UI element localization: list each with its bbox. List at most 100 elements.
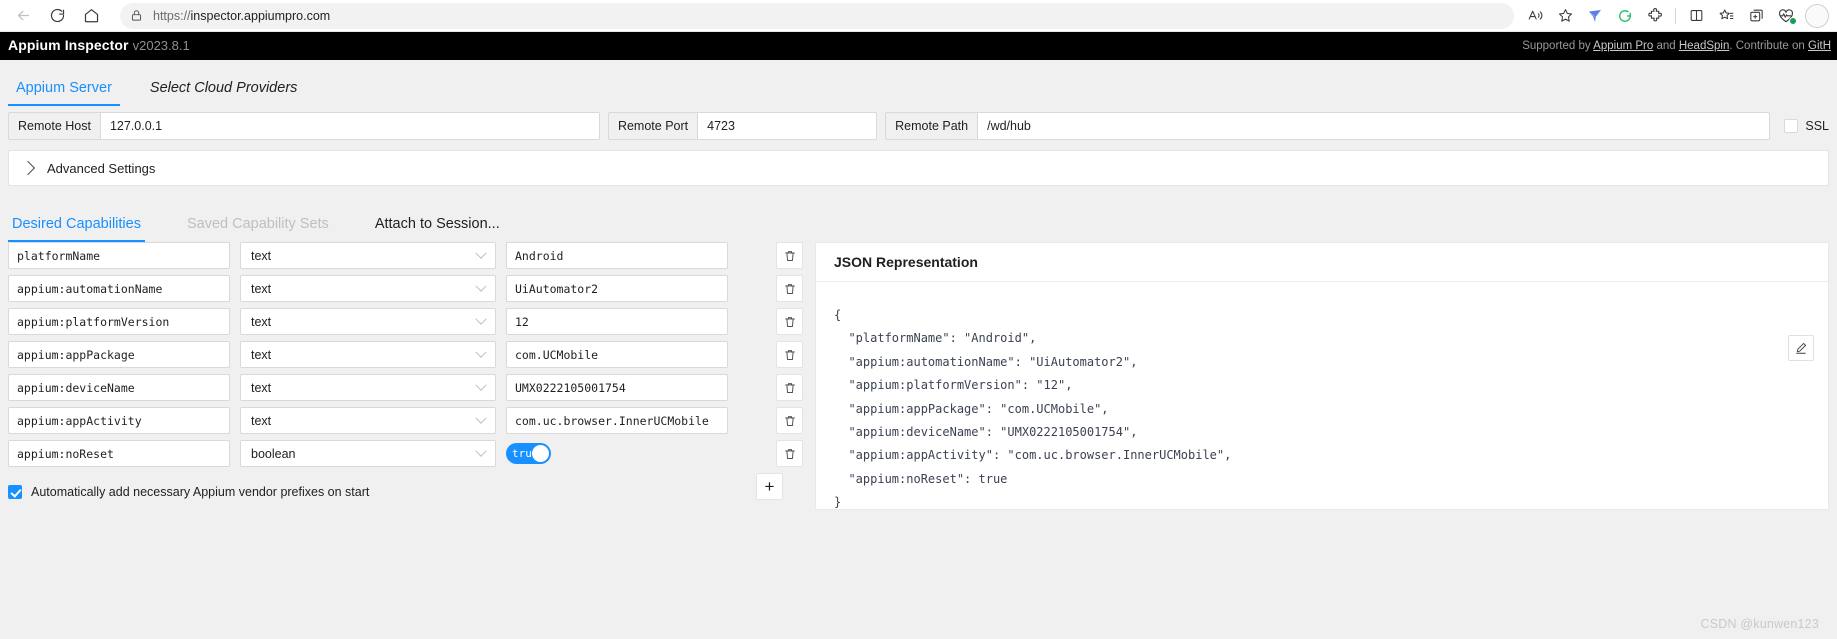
capability-name-input[interactable]: appium:appPackage bbox=[8, 341, 230, 368]
capability-type-value: text bbox=[251, 413, 272, 428]
capability-type-select[interactable]: text bbox=[240, 374, 496, 401]
capability-value-input[interactable]: Android bbox=[506, 242, 728, 269]
trash-icon[interactable] bbox=[776, 440, 803, 467]
capability-type-value: text bbox=[251, 380, 272, 395]
credits-mid: and bbox=[1653, 40, 1679, 52]
vendor-prefix-row[interactable]: Automatically add necessary Appium vendo… bbox=[8, 485, 369, 499]
capability-type-value: text bbox=[251, 314, 272, 329]
capability-name-input[interactable]: appium:automationName bbox=[8, 275, 230, 302]
capability-value-input[interactable]: com.UCMobile bbox=[506, 341, 728, 368]
star-icon[interactable] bbox=[1550, 3, 1580, 29]
trash-icon[interactable] bbox=[776, 275, 803, 302]
tab-appium-server[interactable]: Appium Server bbox=[8, 74, 120, 106]
collections-star-icon[interactable] bbox=[1711, 3, 1741, 29]
trash-icon[interactable] bbox=[776, 374, 803, 401]
capability-type-select[interactable]: boolean bbox=[240, 440, 496, 467]
capability-row: appium:appPackage text com.UCMobile bbox=[8, 341, 805, 368]
address-bar[interactable]: https://inspector.appiumpro.com bbox=[120, 2, 1514, 29]
capabilities-and-json: platformName text Android appium:automation… bbox=[0, 242, 1837, 510]
json-content: { "platformName": "Android", "appium:aut… bbox=[834, 307, 1232, 509]
reload-icon[interactable] bbox=[42, 3, 72, 29]
capability-rows: platformName text Android appium:automation… bbox=[8, 242, 805, 467]
chevron-down-icon bbox=[475, 412, 487, 424]
page-title: Appium Inspector bbox=[8, 37, 129, 53]
remote-path-group: Remote Path /wd/hub bbox=[885, 112, 1771, 140]
capability-type-select[interactable]: text bbox=[240, 407, 496, 434]
app-title-wrap: Appium Inspector v2023.8.1 bbox=[8, 37, 190, 55]
trash-icon[interactable] bbox=[776, 341, 803, 368]
toolbar-divider bbox=[1675, 7, 1676, 24]
capability-boolean-toggle[interactable]: true bbox=[506, 440, 728, 467]
lock-icon bbox=[130, 9, 143, 22]
capability-type-select[interactable]: text bbox=[240, 308, 496, 335]
capability-type-value: boolean bbox=[251, 446, 296, 461]
credits-suffix: . Contribute on bbox=[1729, 40, 1808, 52]
chevron-right-icon bbox=[20, 160, 36, 176]
grammarly-icon[interactable] bbox=[1610, 3, 1640, 29]
capability-type-select[interactable]: text bbox=[240, 341, 496, 368]
remote-port-label: Remote Port bbox=[607, 112, 698, 140]
tab-saved-capability-sets[interactable]: Saved Capability Sets bbox=[183, 210, 333, 242]
pencil-edit-icon[interactable] bbox=[1788, 335, 1814, 361]
chevron-down-icon bbox=[475, 280, 487, 292]
server-tabs: Appium Server Select Cloud Providers bbox=[0, 60, 1837, 106]
capability-name-input[interactable]: appium:platformVersion bbox=[8, 308, 230, 335]
trash-icon[interactable] bbox=[776, 242, 803, 269]
server-config-row: Remote Host 127.0.0.1 Remote Port 4723 R… bbox=[0, 106, 1837, 148]
github-link[interactable]: GitH bbox=[1808, 40, 1831, 52]
tab-desired-capabilities[interactable]: Desired Capabilities bbox=[8, 210, 145, 242]
headspin-link[interactable]: HeadSpin bbox=[1679, 40, 1730, 52]
tab-select-cloud-providers[interactable]: Select Cloud Providers bbox=[142, 74, 306, 106]
home-icon[interactable] bbox=[76, 3, 106, 29]
puzzle-extension-icon[interactable] bbox=[1640, 3, 1670, 29]
ssl-checkbox-group[interactable]: SSL bbox=[1778, 119, 1829, 133]
app-version: v2023.8.1 bbox=[132, 38, 190, 53]
split-screen-icon[interactable] bbox=[1681, 3, 1711, 29]
capability-row: appium:noReset boolean true bbox=[8, 440, 805, 467]
remote-path-input[interactable]: /wd/hub bbox=[977, 112, 1771, 140]
toggle-switch[interactable]: true bbox=[506, 443, 551, 464]
capability-value-input[interactable]: 12 bbox=[506, 308, 728, 335]
ssl-label: SSL bbox=[1805, 119, 1829, 133]
capability-name-input[interactable]: appium:deviceName bbox=[8, 374, 230, 401]
watermark: CSDN @kunwen123 bbox=[1700, 617, 1819, 631]
capability-name-input[interactable]: platformName bbox=[8, 242, 230, 269]
remote-host-input[interactable]: 127.0.0.1 bbox=[99, 112, 600, 140]
capability-name-input[interactable]: appium:appActivity bbox=[8, 407, 230, 434]
plus-icon[interactable]: + bbox=[756, 473, 783, 500]
profile-avatar-icon[interactable] bbox=[1805, 3, 1829, 28]
capability-type-select[interactable]: text bbox=[240, 242, 496, 269]
browser-essentials-icon[interactable] bbox=[1771, 3, 1801, 29]
capability-value-input[interactable]: com.uc.browser.InnerUCMobile bbox=[506, 407, 728, 434]
vendor-prefix-checkbox[interactable] bbox=[8, 485, 22, 499]
chevron-down-icon bbox=[475, 346, 487, 358]
chevron-down-icon bbox=[475, 445, 487, 457]
add-to-collection-icon[interactable] bbox=[1741, 3, 1771, 29]
trash-icon[interactable] bbox=[776, 308, 803, 335]
tab-attach-to-session[interactable]: Attach to Session... bbox=[371, 210, 504, 242]
blue-bird-icon[interactable] bbox=[1580, 3, 1610, 29]
capability-name-input[interactable]: appium:noReset bbox=[8, 440, 230, 467]
appium-pro-link[interactable]: Appium Pro bbox=[1593, 40, 1653, 52]
remote-path-label: Remote Path bbox=[885, 112, 978, 140]
url-host: inspector.appiumpro.com bbox=[190, 8, 331, 23]
remote-host-group: Remote Host 127.0.0.1 bbox=[8, 112, 600, 140]
ssl-checkbox[interactable] bbox=[1784, 119, 1799, 133]
capability-value-input[interactable]: UMX0222105001754 bbox=[506, 374, 728, 401]
capability-row: appium:appActivity text com.uc.browser.Inn… bbox=[8, 407, 805, 434]
capability-type-value: text bbox=[251, 248, 272, 263]
capability-type-select[interactable]: text bbox=[240, 275, 496, 302]
capability-value-input[interactable]: UiAutomator2 bbox=[506, 275, 728, 302]
json-representation-panel: JSON Representation { "platformName": "A… bbox=[815, 242, 1829, 510]
chevron-down-icon bbox=[475, 247, 487, 259]
remote-port-input[interactable]: 4723 bbox=[697, 112, 878, 140]
credits-prefix: Supported by bbox=[1522, 40, 1594, 52]
read-aloud-icon[interactable] bbox=[1520, 3, 1550, 29]
advanced-settings-collapse[interactable]: Advanced Settings bbox=[8, 150, 1829, 186]
capability-tabs: Desired Capabilities Saved Capability Se… bbox=[0, 194, 1837, 242]
app-header: Appium Inspector v2023.8.1 Supported by A… bbox=[0, 32, 1837, 60]
capability-type-value: text bbox=[251, 281, 272, 296]
capabilities-panel: platformName text Android appium:automation… bbox=[0, 242, 805, 510]
back-arrow-icon[interactable] bbox=[8, 3, 38, 29]
trash-icon[interactable] bbox=[776, 407, 803, 434]
